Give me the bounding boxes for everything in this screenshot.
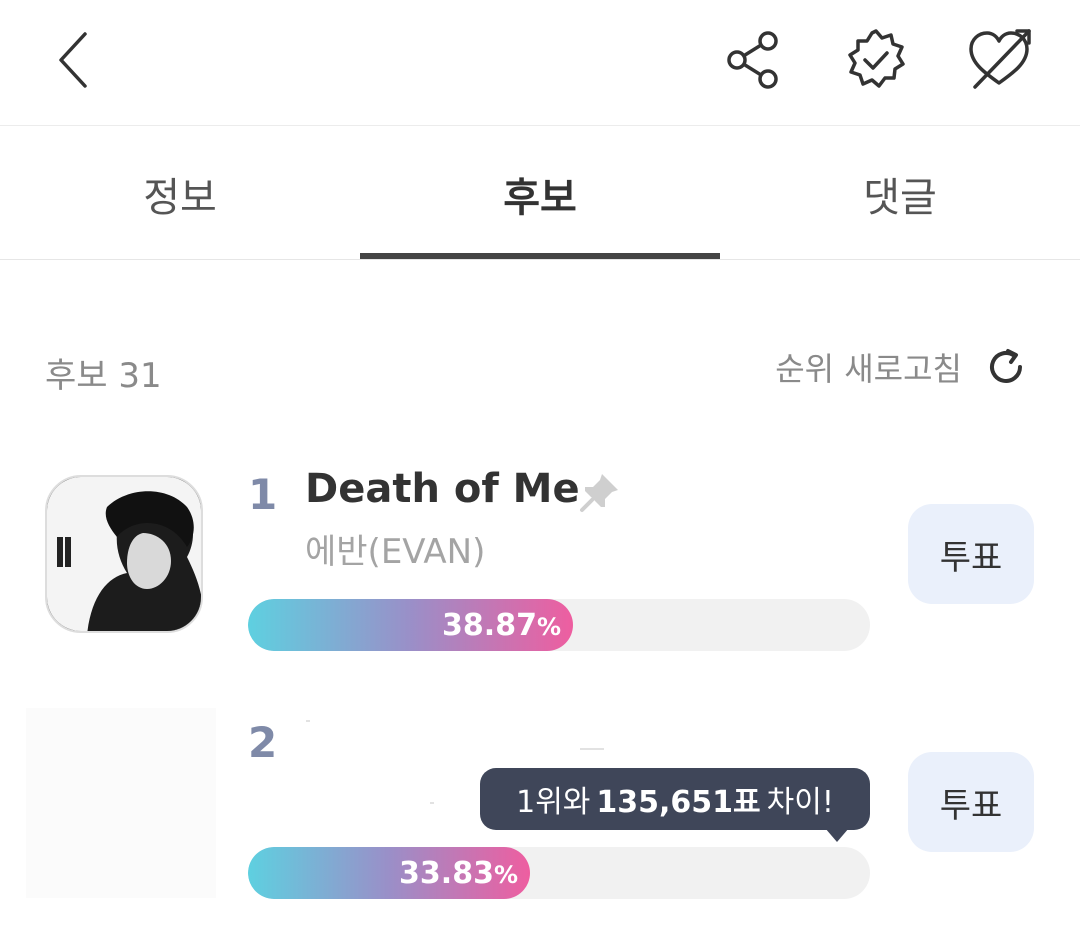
refresh-label: 순위 새로고침 [775,350,962,388]
refresh-icon [990,349,1022,383]
verified-badge-icon [848,29,905,88]
candidate-count: 후보 31 [45,356,162,396]
vote-progress-bar: 33.83% [248,847,870,899]
vote-percentage: 33.83% [399,855,518,891]
hidden-title-trace [580,748,604,750]
active-tab-indicator [360,253,720,259]
rank-number: 1 [248,470,278,519]
tab-candidates[interactable]: 후보 [360,127,720,260]
candidate-thumbnail[interactable] [45,475,203,633]
refresh-ranking-button[interactable]: 순위 새로고침 [775,344,1028,390]
vote-progress-bar: 38.87% [248,599,870,651]
tooltip-amount: 135,651표 [596,785,761,820]
chevron-left-icon [59,32,87,88]
heart-arrow-icon [969,29,1031,89]
pin-icon [578,470,622,518]
top-app-bar [0,0,1080,126]
tab-info[interactable]: 정보 [0,127,360,260]
song-title: Death of Me [305,466,580,512]
share-icon [727,31,778,89]
tab-comments[interactable]: 댓글 [720,127,1080,260]
vote-button[interactable]: 투표 [908,752,1034,852]
vote-percentage: 38.87% [442,607,561,643]
candidate-thumbnail[interactable] [26,708,216,898]
vote-button[interactable]: 투표 [908,504,1034,604]
tooltip-suffix: 차이! [766,785,834,820]
hidden-title-trace [306,720,310,722]
tooltip-prefix: 1위와 [516,785,591,820]
vote-progress-fill: 38.87% [248,599,573,651]
favorite-button[interactable] [962,22,1036,94]
hidden-artist-trace [430,802,434,804]
album-cover-image [47,477,201,631]
vote-gap-tooltip: 1위와 135,651표 차이! [480,768,870,830]
back-button[interactable] [40,22,110,98]
verified-button[interactable] [840,24,912,96]
tooltip-pointer [825,828,849,842]
vote-progress-fill: 33.83% [248,847,530,899]
share-button[interactable] [718,26,786,94]
tab-bar: 정보 후보 댓글 [0,127,1080,260]
rank-number: 2 [248,718,278,767]
list-header: 후보 31 순위 새로고침 [0,330,1080,410]
artist-name: 에반(EVAN) [305,532,486,572]
